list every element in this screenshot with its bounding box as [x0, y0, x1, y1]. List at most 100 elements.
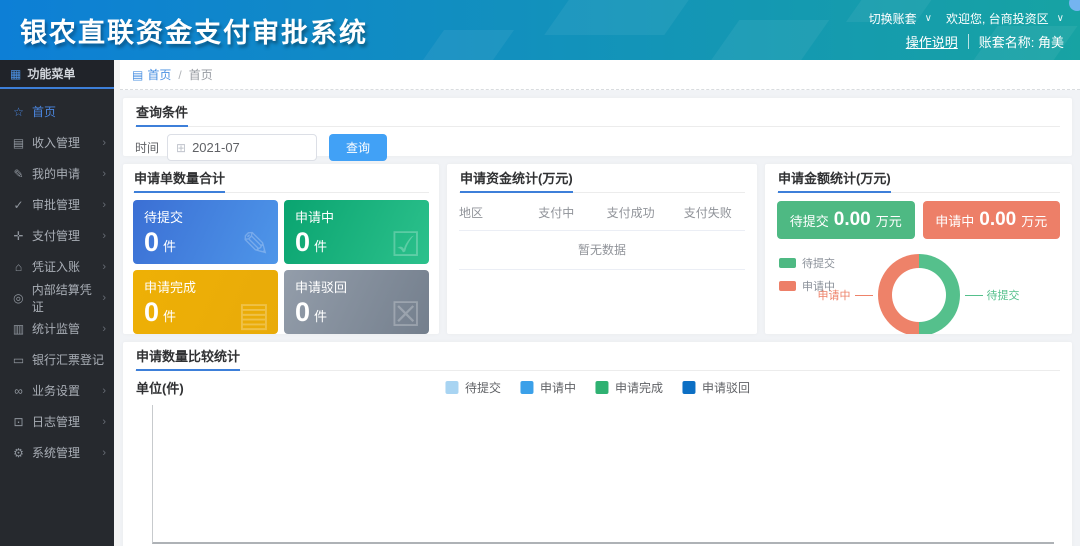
donut-hole [892, 268, 946, 322]
document-x-icon: ☒ [391, 298, 421, 332]
badge-value: 0.00 [979, 209, 1016, 231]
pie-legend-item-applying[interactable]: 申请中 [779, 278, 835, 294]
star-icon: ☆ [11, 105, 26, 119]
edit-document-icon: ✎ [242, 228, 271, 262]
sidebar-item-voucher-entry[interactable]: ⌂ 凭证入账 › [0, 251, 114, 282]
account-name-label: 账套名称: 角美 [979, 32, 1064, 51]
column-header-pay-failed: 支付失败 [671, 204, 745, 221]
chevron-down-icon[interactable]: ∨ [925, 13, 932, 24]
sidebar-item-bank-draft-registration[interactable]: ▭ 银行汇票登记 [0, 344, 114, 375]
chevron-down-icon[interactable]: ∨ [1057, 13, 1064, 24]
document-icon: ▤ [238, 298, 270, 332]
sidebar-item-home[interactable]: ☆ 首页 [0, 96, 114, 127]
sidebar-item-internal-settlement-voucher[interactable]: ◎ 内部结算凭证 › [0, 282, 114, 313]
stat-card-value: 0 [144, 299, 159, 326]
sidebar-item-label: 审批管理 [32, 196, 80, 213]
sidebar-scrollbar[interactable] [114, 60, 120, 546]
application-count-panel: 申请单数量合计 待提交 0 件 ✎ 申请中 0 件 ☑ [123, 164, 439, 334]
sidebar: ▦ 功能菜单 ☆ 首页 ▤ 收入管理 › ✎ 我的申请 › ✓ 审批管理 › ✛… [0, 60, 114, 546]
badge-value: 0.00 [834, 209, 871, 231]
legend-label: 申请中 [540, 379, 576, 396]
header-decoration [544, 0, 696, 35]
amount-badge-pending-submit: 待提交 0.00 万元 [777, 201, 915, 239]
legend-item-applying[interactable]: 申请中 [520, 379, 576, 396]
sidebar-item-my-applications[interactable]: ✎ 我的申请 › [0, 158, 114, 189]
header-divider [968, 34, 969, 49]
search-button[interactable]: 查询 [329, 134, 387, 161]
sidebar-item-label: 业务设置 [32, 382, 80, 399]
page-document-icon: ▤ [132, 68, 143, 82]
chevron-right-icon: › [102, 292, 106, 304]
legend-item-completed[interactable]: 申请完成 [595, 379, 663, 396]
sidebar-item-business-settings[interactable]: ∞ 业务设置 › [0, 375, 114, 406]
bar-chart-icon: ▥ [11, 322, 26, 336]
welcome-user-dropdown[interactable]: 欢迎您, 台商投资区 [946, 10, 1049, 27]
stat-card-unit: 件 [163, 236, 176, 255]
card-icon: ▭ [11, 353, 26, 367]
stat-card-completed: 申请完成 0 件 ▤ [133, 270, 278, 334]
badge-label: 申请中 [935, 211, 974, 230]
query-conditions-title: 查询条件 [136, 106, 188, 127]
section-header: 查询条件 [135, 105, 1060, 127]
sidebar-item-statistics-supervision[interactable]: ▥ 统计监管 › [0, 313, 114, 344]
sidebar-item-log-management[interactable]: ⊡ 日志管理 › [0, 406, 114, 437]
sidebar-item-income-management[interactable]: ▤ 收入管理 › [0, 127, 114, 158]
query-conditions-panel: 查询条件 时间 ⊞ 2021-07 查询 [123, 98, 1072, 156]
donut-callout-line [965, 295, 983, 296]
stat-card-value: 0 [295, 299, 310, 326]
document-icon: ▤ [11, 136, 26, 150]
sidebar-menu-header: ▦ 功能菜单 [0, 60, 114, 89]
header-decoration [416, 30, 514, 60]
breadcrumb-home-link[interactable]: 首页 [147, 66, 171, 83]
funds-statistics-title: 申请资金统计(万元) [460, 172, 573, 193]
legend-swatch [445, 381, 458, 394]
move-cross-icon: ✛ [11, 229, 26, 243]
app-header: 银农直联资金支付审批系统 切换账套 ∨ 欢迎您, 台商投资区 ∨ 操作说明 账套… [0, 0, 1080, 60]
legend-label: 申请驳回 [702, 379, 750, 396]
sidebar-item-label: 首页 [32, 103, 56, 120]
comparison-chart-title: 申请数量比较统计 [136, 350, 240, 371]
sidebar-item-payment-management[interactable]: ✛ 支付管理 › [0, 220, 114, 251]
time-month-input[interactable]: ⊞ 2021-07 [167, 134, 317, 161]
briefcase-icon: ⌂ [11, 260, 26, 274]
header-decoration [701, 20, 830, 60]
operation-guide-link[interactable]: 操作说明 [906, 32, 958, 51]
column-header-region: 地区 [459, 204, 522, 221]
legend-swatch [682, 381, 695, 394]
table-empty-state: 暂无数据 [459, 231, 745, 270]
legend-label: 待提交 [802, 255, 835, 271]
link-icon: ∞ [11, 384, 26, 398]
check-icon: ✓ [11, 198, 26, 212]
section-header: 申请单数量合计 [133, 171, 429, 193]
stat-card-label: 申请中 [295, 207, 418, 226]
grid-menu-icon: ▦ [10, 67, 21, 81]
legend-swatch [779, 258, 796, 268]
target-circle-icon: ◎ [11, 291, 26, 305]
sidebar-item-approval-management[interactable]: ✓ 审批管理 › [0, 189, 114, 220]
chevron-right-icon: › [102, 323, 106, 335]
list-check-icon: ☑ [391, 228, 421, 262]
main-content: 查询条件 时间 ⊞ 2021-07 查询 申请单数量合计 待提交 0 件 [120, 90, 1080, 546]
switch-account-dropdown[interactable]: 切换账套 [869, 10, 917, 27]
sidebar-menu-title: 功能菜单 [27, 65, 75, 82]
donut-label-pending-submit: 待提交 [987, 287, 1020, 303]
legend-swatch [595, 381, 608, 394]
time-value: 2021-07 [192, 140, 240, 155]
stat-card-rejected: 申请驳回 0 件 ☒ [284, 270, 429, 334]
legend-item-pending-submit[interactable]: 待提交 [445, 379, 501, 396]
legend-item-rejected[interactable]: 申请驳回 [682, 379, 750, 396]
pie-legend-item-pending-submit[interactable]: 待提交 [779, 255, 835, 271]
stat-card-label: 待提交 [144, 207, 267, 226]
stat-card-pending-submit: 待提交 0 件 ✎ [133, 200, 278, 264]
sidebar-item-label: 银行汇票登记 [32, 351, 104, 368]
badge-label: 待提交 [790, 211, 829, 230]
comparison-chart-panel: 申请数量比较统计 单位(件) 待提交 申请中 申请完成 申请 [123, 342, 1072, 546]
legend-label: 申请完成 [615, 379, 663, 396]
chevron-right-icon: › [102, 168, 106, 180]
stat-card-unit: 件 [163, 306, 176, 325]
sidebar-item-system-management[interactable]: ⚙ 系统管理 › [0, 437, 114, 468]
donut-chart [878, 254, 960, 334]
app-title: 银农直联资金支付审批系统 [0, 11, 368, 50]
comparison-chart-plot-area [152, 405, 1054, 544]
pencil-icon: ✎ [11, 167, 26, 181]
